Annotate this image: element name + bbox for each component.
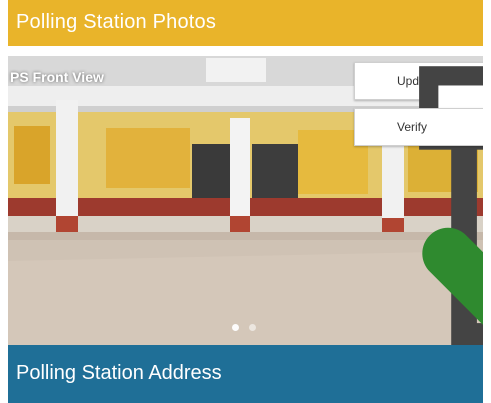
photos-header: Polling Station Photos	[8, 0, 483, 46]
carousel-dot[interactable]	[249, 324, 256, 331]
carousel-indicator	[232, 324, 256, 331]
check-icon	[365, 116, 483, 325]
photo-caption: PS Front View	[10, 69, 104, 85]
update-photo-button[interactable]: Update Photo	[354, 62, 483, 345]
carousel-dot-active[interactable]	[232, 324, 239, 331]
verify-button[interactable]: Verify	[354, 108, 483, 325]
image-upload-icon	[365, 66, 483, 345]
photos-section-title: Polling Station Photos	[16, 11, 217, 33]
polling-station-photo[interactable]: PS Front View Update Photo Verify	[8, 56, 483, 345]
address-section-title: Polling Station Address	[16, 362, 222, 384]
address-section-header: Polling Station Address	[8, 345, 483, 403]
